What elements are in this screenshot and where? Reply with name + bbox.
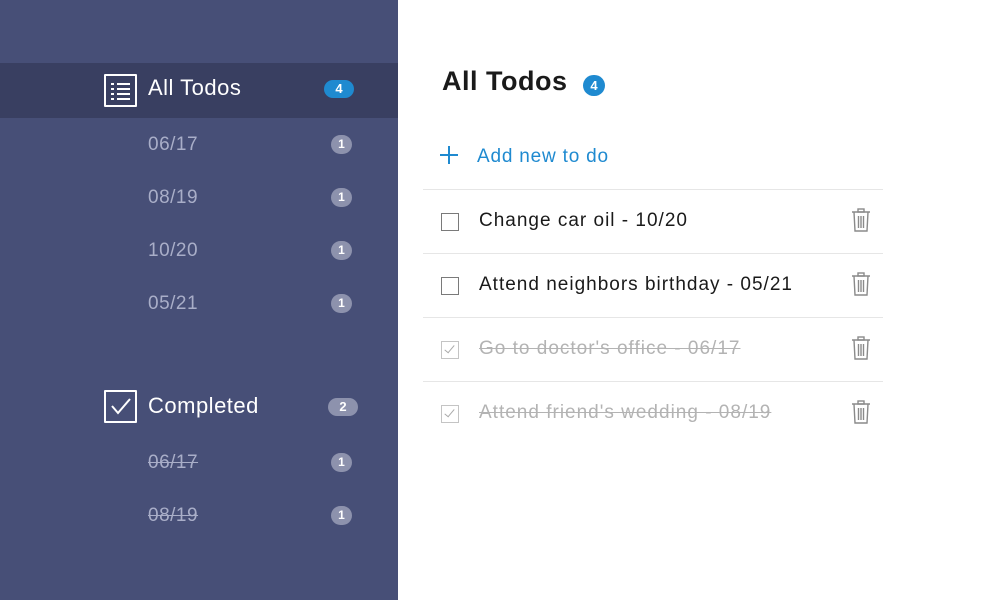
sidebar-group-label: Completed xyxy=(148,393,259,418)
todo-text: Attend friend's wedding - 08/19 xyxy=(479,402,772,423)
sidebar-item-completed-date[interactable]: 06/17 1 xyxy=(0,443,398,483)
todo-item: Change car oil - 10/20 xyxy=(423,189,883,253)
checkbox-checked-icon xyxy=(104,390,137,423)
list-icon xyxy=(104,74,137,107)
trash-icon[interactable] xyxy=(851,208,871,232)
sidebar: All Todos 4 06/17 1 08/19 1 10/20 1 05/2… xyxy=(0,0,398,600)
sidebar-item-completed-date[interactable]: 08/19 1 xyxy=(0,496,398,536)
trash-icon[interactable] xyxy=(851,336,871,360)
count-badge: 1 xyxy=(331,294,352,313)
count-badge: 1 xyxy=(331,135,352,154)
sidebar-item-date[interactable]: 06/17 1 xyxy=(0,125,398,165)
sidebar-item-label: 05/21 xyxy=(148,293,199,314)
checkmark-icon xyxy=(444,406,455,418)
todo-item: Attend neighbors birthday - 05/21 xyxy=(423,253,883,317)
add-todo-button[interactable]: Add new to do xyxy=(440,140,740,176)
add-todo-label: Add new to do xyxy=(477,146,609,167)
todo-item-completed: Go to doctor's office - 06/17 xyxy=(423,317,883,381)
count-badge: 1 xyxy=(331,506,352,525)
todo-checkbox-checked[interactable] xyxy=(441,341,459,359)
todo-item-completed: Attend friend's wedding - 08/19 xyxy=(423,381,883,445)
trash-icon[interactable] xyxy=(851,272,871,296)
sidebar-group-label: All Todos xyxy=(148,75,242,100)
main-panel: All Todos 4 Add new to do Change car oil… xyxy=(398,0,1000,600)
sidebar-item-label: 06/17 xyxy=(148,452,199,473)
todo-list: Change car oil - 10/20 Attend neighbors … xyxy=(423,189,883,445)
todo-text: Go to doctor's office - 06/17 xyxy=(479,338,741,359)
todo-checkbox[interactable] xyxy=(441,213,459,231)
sidebar-group-all-todos[interactable]: All Todos 4 xyxy=(0,63,398,118)
plus-icon xyxy=(440,146,458,164)
todo-text: Attend neighbors birthday - 05/21 xyxy=(479,274,793,295)
count-badge: 4 xyxy=(583,75,605,96)
sidebar-item-label: 06/17 xyxy=(148,134,199,155)
page-title: All Todos xyxy=(442,66,568,96)
sidebar-item-label: 08/19 xyxy=(148,187,199,208)
sidebar-item-label: 08/19 xyxy=(148,505,199,526)
sidebar-item-date[interactable]: 08/19 1 xyxy=(0,178,398,218)
sidebar-group-completed[interactable]: Completed 2 xyxy=(0,381,398,436)
count-badge: 1 xyxy=(331,188,352,207)
sidebar-item-date[interactable]: 05/21 1 xyxy=(0,284,398,324)
trash-icon[interactable] xyxy=(851,400,871,424)
sidebar-item-date[interactable]: 10/20 1 xyxy=(0,231,398,271)
count-badge: 4 xyxy=(324,80,354,98)
todo-text: Change car oil - 10/20 xyxy=(479,210,688,231)
count-badge: 1 xyxy=(331,453,352,472)
count-badge: 1 xyxy=(331,241,352,260)
sidebar-item-label: 10/20 xyxy=(148,240,199,261)
count-badge: 2 xyxy=(328,398,358,416)
todo-checkbox-checked[interactable] xyxy=(441,405,459,423)
checkmark-icon xyxy=(444,342,455,354)
todo-checkbox[interactable] xyxy=(441,277,459,295)
